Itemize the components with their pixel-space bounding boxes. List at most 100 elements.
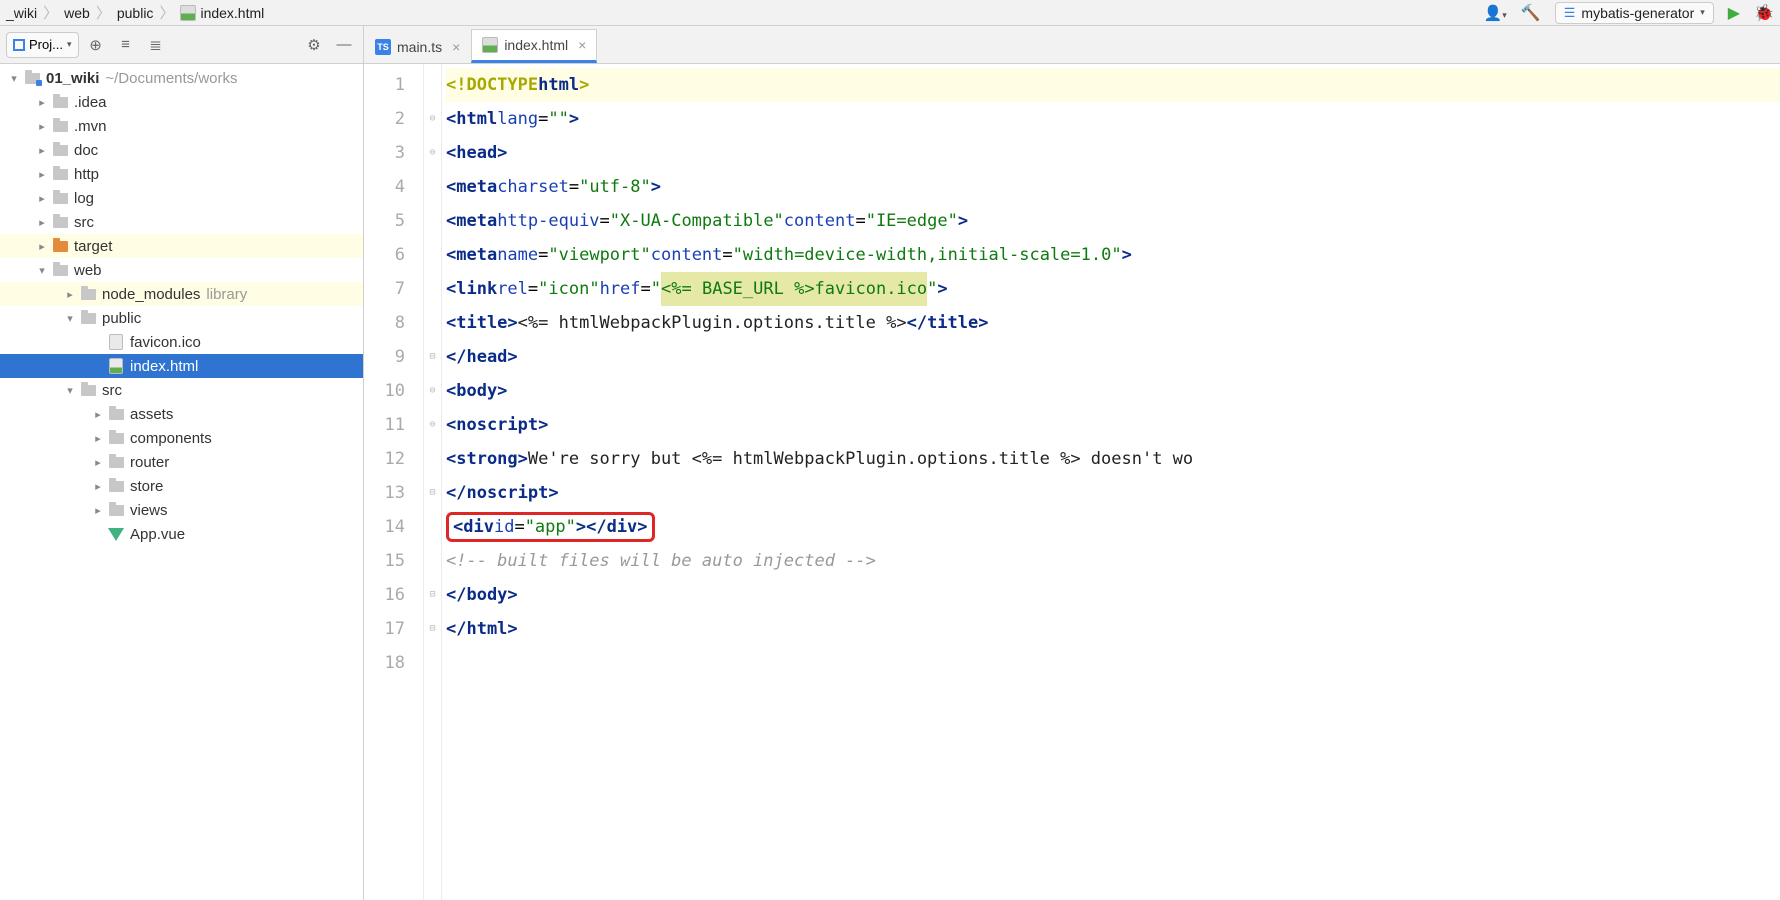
project-tree[interactable]: ▾01_wiki~/Documents/works▸.idea▸.mvn▸doc… xyxy=(0,64,363,900)
fold-marker[interactable]: ⊖ xyxy=(424,408,441,442)
breadcrumb-item[interactable]: index.html xyxy=(180,5,264,21)
run-icon[interactable]: ▶ xyxy=(1728,3,1740,23)
chevron-down-icon[interactable]: ▾ xyxy=(6,72,22,85)
folder-icon xyxy=(50,169,70,180)
code-line[interactable]: <!DOCTYPE html> xyxy=(446,68,1780,102)
code-line[interactable]: <meta name="viewport" content="width=dev… xyxy=(446,238,1780,272)
tree-item[interactable]: ▸src xyxy=(0,210,363,234)
tree-item-label: router xyxy=(130,454,169,471)
build-icon[interactable]: 🔨 xyxy=(1521,3,1541,23)
chevron-right-icon[interactable]: ▸ xyxy=(90,432,106,445)
fold-marker[interactable]: ⊟ xyxy=(424,578,441,612)
breadcrumb-item[interactable]: web xyxy=(64,5,90,21)
tree-item[interactable]: ▸ .mvn xyxy=(0,114,363,138)
collapse-icon[interactable]: ≣ xyxy=(143,32,169,58)
line-number: 7 xyxy=(364,272,405,306)
fold-marker[interactable]: ⊖ xyxy=(424,374,441,408)
code-line[interactable]: <div id="app"></div> xyxy=(446,510,1780,544)
debug-icon[interactable]: 🐞 xyxy=(1754,3,1774,23)
tree-item[interactable]: ▸.idea xyxy=(0,90,363,114)
tree-item[interactable]: ▾public xyxy=(0,306,363,330)
chevron-right-icon[interactable]: ▸ xyxy=(90,456,106,469)
code-editor[interactable]: 123456789101112131415161718 ⊖⊖⊟⊖⊖⊟⊟⊟ <!D… xyxy=(364,64,1780,900)
project-view-selector[interactable]: Proj... ▾ xyxy=(6,32,79,58)
line-number: 9 xyxy=(364,340,405,374)
code-line[interactable]: <head> xyxy=(446,136,1780,170)
breadcrumb-item[interactable]: public xyxy=(117,5,154,21)
fold-marker[interactable]: ⊟ xyxy=(424,612,441,646)
chevron-right-icon[interactable]: ▸ xyxy=(34,216,50,229)
chevron-right-icon[interactable]: ▸ xyxy=(62,288,78,301)
code-content[interactable]: <!DOCTYPE html><html lang=""> <head> <me… xyxy=(442,64,1780,900)
project-sidebar: Proj... ▾ ⊕ ≡ ≣ ⚙ — ▾01_wiki~/Documents/… xyxy=(0,26,364,900)
tree-item[interactable]: ▸components xyxy=(0,426,363,450)
tree-item[interactable]: App.vue xyxy=(0,522,363,546)
chevron-right-icon[interactable]: ▸ xyxy=(34,168,50,181)
folder-icon xyxy=(78,385,98,396)
locate-icon[interactable]: ⊕ xyxy=(83,32,109,58)
code-line[interactable]: </noscript> xyxy=(446,476,1780,510)
line-number: 1 xyxy=(364,68,405,102)
fold-marker[interactable]: ⊖ xyxy=(424,102,441,136)
chevron-right-icon[interactable]: ▸ xyxy=(34,120,50,133)
editor-tab[interactable]: index.html× xyxy=(471,29,597,63)
chevron-right-icon[interactable]: ▸ xyxy=(90,408,106,421)
tree-item[interactable]: ▸log xyxy=(0,186,363,210)
code-line[interactable]: </head> xyxy=(446,340,1780,374)
tree-item[interactable]: ▾web xyxy=(0,258,363,282)
code-line[interactable]: <meta http-equiv="X-UA-Compatible" conte… xyxy=(446,204,1780,238)
breadcrumb-item[interactable]: _wiki xyxy=(6,5,37,21)
code-line[interactable]: <body> xyxy=(446,374,1780,408)
breadcrumb-separator: 〉 xyxy=(43,2,58,23)
code-line[interactable]: <noscript> xyxy=(446,408,1780,442)
fold-marker[interactable]: ⊟ xyxy=(424,476,441,510)
chevron-right-icon[interactable]: ▸ xyxy=(34,144,50,157)
tree-item[interactable]: ▾01_wiki~/Documents/works xyxy=(0,66,363,90)
code-line[interactable]: <meta charset="utf-8"> xyxy=(446,170,1780,204)
chevron-right-icon[interactable]: ▸ xyxy=(34,96,50,109)
run-config-selector[interactable]: ☰ mybatis-generator ▾ xyxy=(1555,2,1714,24)
breadcrumb-label: _wiki xyxy=(6,5,37,21)
tree-item[interactable]: ▸views xyxy=(0,498,363,522)
chevron-down-icon[interactable]: ▾ xyxy=(62,312,78,325)
close-icon[interactable]: × xyxy=(578,37,586,53)
tree-item-label: .mvn xyxy=(74,118,107,135)
code-line[interactable]: </html> xyxy=(446,612,1780,646)
chevron-right-icon[interactable]: ▸ xyxy=(34,240,50,253)
code-line[interactable]: <title><%= htmlWebpackPlugin.options.tit… xyxy=(446,306,1780,340)
code-line[interactable]: <link rel="icon" href="<%= BASE_URL %>fa… xyxy=(446,272,1780,306)
tree-item[interactable]: ▸target xyxy=(0,234,363,258)
tree-item[interactable]: ▸ router xyxy=(0,450,363,474)
tree-item[interactable]: ▸assets xyxy=(0,402,363,426)
tree-item-label: http xyxy=(74,166,99,183)
breadcrumb-label: index.html xyxy=(200,5,264,21)
editor-tab[interactable]: TSmain.ts× xyxy=(364,29,471,63)
fold-marker[interactable]: ⊟ xyxy=(424,340,441,374)
vcs-icon[interactable]: 👤▾ xyxy=(1484,4,1507,22)
tree-item[interactable]: index.html xyxy=(0,354,363,378)
code-line[interactable]: <html lang=""> xyxy=(446,102,1780,136)
expand-icon[interactable]: ≡ xyxy=(113,32,139,58)
fold-gutter[interactable]: ⊖⊖⊟⊖⊖⊟⊟⊟ xyxy=(424,64,442,900)
chevron-right-icon[interactable]: ▸ xyxy=(90,480,106,493)
tree-item[interactable]: ▸doc xyxy=(0,138,363,162)
minimize-icon[interactable]: — xyxy=(331,32,357,58)
tree-item[interactable]: ▸node_moduleslibrary xyxy=(0,282,363,306)
code-line[interactable]: </body> xyxy=(446,578,1780,612)
chevron-right-icon[interactable]: ▸ xyxy=(34,192,50,205)
code-line[interactable] xyxy=(446,646,1780,680)
tree-item[interactable]: favicon.ico xyxy=(0,330,363,354)
tree-item[interactable]: ▸ http xyxy=(0,162,363,186)
gear-icon[interactable]: ⚙ xyxy=(301,32,327,58)
tree-item[interactable]: ▾src xyxy=(0,378,363,402)
chevron-down-icon[interactable]: ▾ xyxy=(62,384,78,397)
fold-marker[interactable]: ⊖ xyxy=(424,136,441,170)
code-line[interactable]: <strong>We're sorry but <%= htmlWebpackP… xyxy=(446,442,1780,476)
tree-item[interactable]: ▸store xyxy=(0,474,363,498)
chevron-right-icon[interactable]: ▸ xyxy=(90,504,106,517)
chevron-down-icon[interactable]: ▾ xyxy=(34,264,50,277)
code-line[interactable]: <!-- built files will be auto injected -… xyxy=(446,544,1780,578)
tree-item-label: favicon.ico xyxy=(130,334,201,351)
line-number: 16 xyxy=(364,578,405,612)
close-icon[interactable]: × xyxy=(452,39,460,55)
